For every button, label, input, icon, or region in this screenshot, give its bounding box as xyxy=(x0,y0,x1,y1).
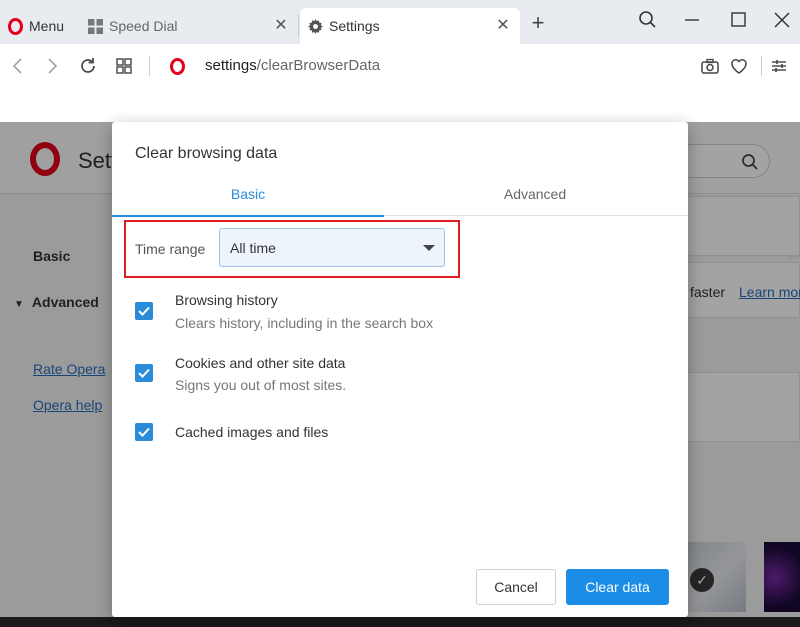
browsing-history-description: Clears history, including in the search … xyxy=(175,315,434,331)
easy-setup-icon[interactable] xyxy=(767,54,791,78)
browsing-history-checkbox[interactable] xyxy=(135,302,153,320)
menu-label: Menu xyxy=(29,18,65,34)
opera-logo-icon xyxy=(8,17,23,35)
minimize-icon[interactable] xyxy=(678,6,706,34)
cancel-button[interactable]: Cancel xyxy=(476,569,556,605)
forward-icon[interactable] xyxy=(40,54,64,78)
checkmark-icon xyxy=(138,368,150,378)
clear-browsing-data-dialog: Clear browsing data Basic Advanced Time … xyxy=(112,122,688,617)
search-tabs-icon[interactable] xyxy=(634,6,662,34)
maximize-icon[interactable] xyxy=(724,6,752,34)
browsing-history-label: Browsing history xyxy=(175,292,278,308)
tab-grid-icon[interactable] xyxy=(112,54,136,78)
close-window-icon[interactable] xyxy=(768,6,796,34)
reload-icon[interactable] xyxy=(76,54,100,78)
tab-settings-label: Settings xyxy=(329,18,380,34)
tab-strip: Menu Speed Dial ✕ Settings ✕ + xyxy=(0,0,800,44)
cookies-checkbox[interactable] xyxy=(135,364,153,382)
cached-images-checkbox[interactable] xyxy=(135,423,153,441)
clear-data-button[interactable]: Clear data xyxy=(566,569,669,605)
heart-icon[interactable] xyxy=(727,54,751,78)
gear-icon xyxy=(308,18,323,34)
opera-site-icon xyxy=(170,58,185,75)
dialog-title: Clear browsing data xyxy=(135,145,278,162)
time-range-label: Time range xyxy=(135,241,206,257)
toolbar-divider xyxy=(149,56,150,76)
toolbar-divider xyxy=(761,56,762,76)
address-toolbar: settings/clearBrowserData xyxy=(0,44,800,88)
tab-settings[interactable]: Settings ✕ xyxy=(300,8,520,44)
back-icon[interactable] xyxy=(6,54,30,78)
cached-images-label: Cached images and files xyxy=(175,424,329,440)
close-tab-icon[interactable]: ✕ xyxy=(494,17,512,35)
new-tab-button[interactable]: + xyxy=(526,12,550,36)
tab-advanced[interactable]: Advanced xyxy=(399,172,671,216)
url-host: settings xyxy=(205,57,257,74)
dialog-tabs: Basic Advanced xyxy=(112,172,688,217)
time-range-value: All time xyxy=(230,240,276,256)
cookies-label: Cookies and other site data xyxy=(175,355,346,371)
checkmark-icon xyxy=(138,427,150,437)
url-path: /clearBrowserData xyxy=(256,57,381,74)
dropdown-arrow-icon xyxy=(423,245,435,251)
time-range-select[interactable]: All time xyxy=(219,228,445,267)
close-tab-icon[interactable]: ✕ xyxy=(272,17,290,35)
bottom-edge xyxy=(0,617,800,627)
camera-icon[interactable] xyxy=(698,54,722,78)
speed-dial-icon xyxy=(88,18,103,34)
address-field[interactable]: settings/clearBrowserData xyxy=(205,57,380,74)
checkmark-icon xyxy=(138,306,150,316)
tab-divider xyxy=(298,14,299,38)
tab-speed-dial[interactable]: Speed Dial ✕ xyxy=(82,8,298,44)
tab-basic[interactable]: Basic xyxy=(112,172,384,217)
opera-menu-button[interactable]: Menu xyxy=(0,8,72,44)
cookies-description: Signs you out of most sites. xyxy=(175,377,347,393)
tab-speed-dial-label: Speed Dial xyxy=(109,18,178,34)
